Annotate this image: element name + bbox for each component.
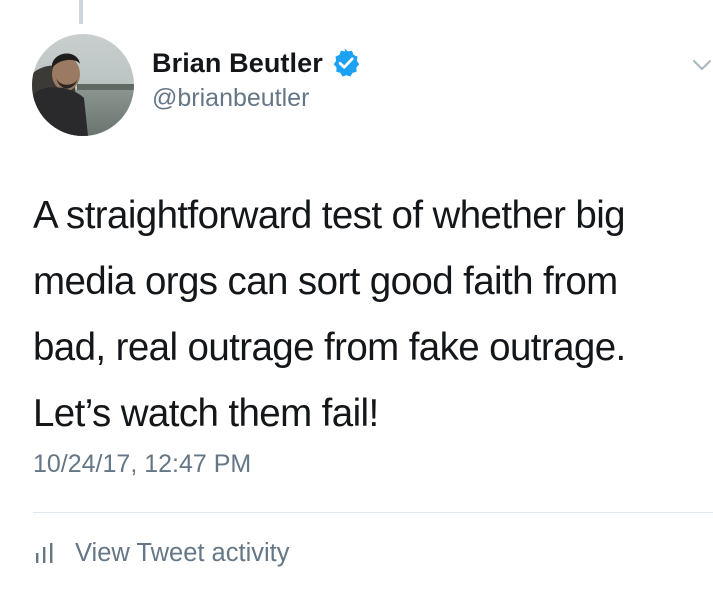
author-handle[interactable]: @brianbeutler (152, 84, 309, 113)
tweet-text: A straightforward test of whether big me… (33, 194, 626, 435)
avatar-photo (32, 34, 134, 136)
divider (33, 512, 713, 513)
view-tweet-activity-button[interactable]: View Tweet activity (33, 536, 289, 570)
author-name-row: Brian Beutler (152, 46, 361, 80)
chevron-down-icon[interactable] (692, 58, 712, 72)
verified-badge-icon (331, 48, 361, 78)
tweet-timestamp[interactable]: 10/24/17, 12:47 PM (33, 450, 251, 479)
thread-connector-line (79, 0, 83, 24)
bar-chart-icon (33, 541, 57, 565)
author-display-name[interactable]: Brian Beutler (152, 48, 323, 79)
avatar[interactable] (32, 34, 134, 136)
view-tweet-activity-label: View Tweet activity (75, 538, 290, 567)
